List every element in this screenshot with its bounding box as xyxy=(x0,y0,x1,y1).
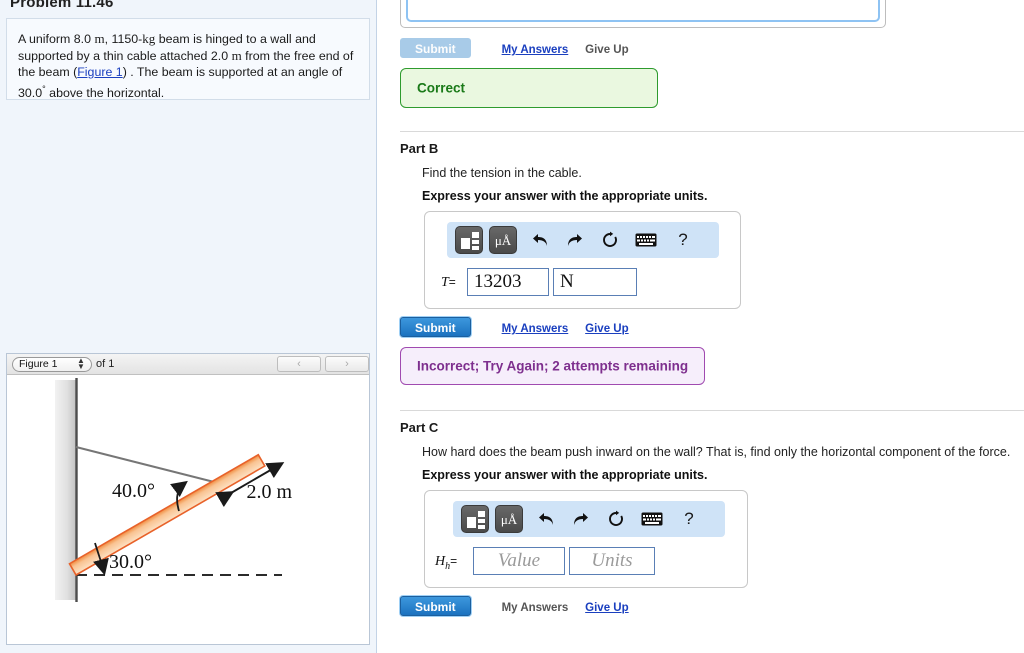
reset-icon[interactable] xyxy=(603,505,629,533)
reset-icon[interactable] xyxy=(597,226,623,254)
unit-meters-2: m xyxy=(231,47,242,63)
part-b-answer-card: μÅ ? T= 13203 N xyxy=(424,211,741,309)
template-icon-glyph xyxy=(467,511,485,529)
unit-kilograms: kg xyxy=(142,31,156,46)
part-c-divider xyxy=(400,410,1024,411)
part-b-equals: = xyxy=(448,275,456,289)
part-b-my-answers-link[interactable]: My Answers xyxy=(502,323,569,335)
figure-panel: Figure 1 ▲ ▼ of 1 ‹ › 40.0° 2.0 m 30.0° xyxy=(6,353,370,645)
answer-panel: Submit My Answers Give Up Correct Part B… xyxy=(378,0,1024,653)
undo-icon[interactable] xyxy=(527,226,553,254)
part-c-submit-button[interactable]: Submit xyxy=(400,596,471,616)
label-beam-angle: 30.0° xyxy=(109,551,152,573)
part-b-submit-row: Submit My Answers Give Up xyxy=(400,317,629,337)
part-b-value-input[interactable]: 13203 xyxy=(467,268,549,296)
part-a-answer-input[interactable] xyxy=(406,0,880,22)
part-c-equals: = xyxy=(450,554,458,568)
units-icon[interactable]: μÅ xyxy=(489,226,517,254)
template-icon-glyph xyxy=(461,232,479,250)
part-c-instruction: Express your answer with the appropriate… xyxy=(422,468,708,482)
part-a-answer-card xyxy=(400,0,886,28)
figure-toolbar: Figure 1 ▲ ▼ of 1 ‹ › xyxy=(7,354,369,375)
part-a-my-answers-link[interactable]: My Answers xyxy=(502,44,569,56)
part-a-feedback-text: Correct xyxy=(417,80,466,96)
part-c-toolbar: μÅ ? xyxy=(453,501,725,537)
problem-statement-box: A uniform 8.0 m, 1150-kg beam is hinged … xyxy=(6,18,370,100)
part-c-submit-row: Submit My Answers Give Up xyxy=(400,596,629,616)
part-b-question: Find the tension in the cable. xyxy=(422,166,582,180)
help-icon[interactable]: ? xyxy=(676,505,702,533)
part-c-label: Part C xyxy=(400,420,439,435)
part-b-feedback-incorrect: Incorrect; Try Again; 2 attempts remaini… xyxy=(400,347,705,385)
units-icon-label: μÅ xyxy=(494,233,512,248)
part-a-submit-row: Submit My Answers Give Up xyxy=(400,38,629,58)
part-c-question: How hard does the beam push inward on th… xyxy=(422,445,1011,459)
part-c-variable: H xyxy=(435,554,446,569)
label-distance: 2.0 m xyxy=(246,481,292,503)
part-a-submit-button[interactable]: Submit xyxy=(400,38,471,58)
figure-image: 40.0° 2.0 m 30.0° xyxy=(7,376,369,644)
part-c-value-input[interactable]: Value xyxy=(473,547,565,575)
template-icon[interactable] xyxy=(455,226,483,254)
part-b-feedback-text: Incorrect; Try Again; 2 attempts remaini… xyxy=(417,358,689,374)
page-title: Problem 11.46 xyxy=(10,0,114,11)
problem-panel: Problem 11.46 A uniform 8.0 m, 1150-kg b… xyxy=(0,0,377,653)
part-b-label: Part B xyxy=(400,141,439,156)
part-a-give-up-link[interactable]: Give Up xyxy=(585,44,628,56)
statement-end: above the horizontal. xyxy=(45,85,165,100)
figure-count-label: of 1 xyxy=(96,358,115,370)
cable-line xyxy=(75,446,223,485)
part-b-toolbar: μÅ ? xyxy=(447,222,719,258)
label-cable-angle: 40.0° xyxy=(112,480,155,502)
figure-prev-button[interactable]: ‹ xyxy=(277,356,321,372)
units-icon-label: μÅ xyxy=(500,512,518,527)
part-c-my-answers-link[interactable]: My Answers xyxy=(502,602,569,614)
help-icon[interactable]: ? xyxy=(670,226,696,254)
problem-statement-text: A uniform 8.0 m, 1150-kg beam is hinged … xyxy=(18,31,362,101)
undo-icon[interactable] xyxy=(533,505,559,533)
statement-pre: A uniform 8.0 xyxy=(18,32,92,46)
template-icon[interactable] xyxy=(461,505,489,533)
figure-1-link[interactable]: Figure 1 xyxy=(77,65,122,79)
part-b-variable: T xyxy=(441,275,449,290)
figure-next-button[interactable]: › xyxy=(325,356,369,372)
redo-icon[interactable] xyxy=(568,505,594,533)
part-c-units-input[interactable]: Units xyxy=(569,547,655,575)
part-c-variable-label: Hh= xyxy=(435,554,457,572)
part-c-give-up-link[interactable]: Give Up xyxy=(585,602,628,614)
part-b-instruction: Express your answer with the appropriate… xyxy=(422,189,708,203)
redo-icon[interactable] xyxy=(562,226,588,254)
keyboard-icon[interactable] xyxy=(639,505,665,533)
keyboard-icon[interactable] xyxy=(633,226,659,254)
statement-mid-1: , 1150- xyxy=(104,32,143,46)
part-b-units-input[interactable]: N xyxy=(553,268,637,296)
part-b-divider xyxy=(400,131,1024,132)
units-icon[interactable]: μÅ xyxy=(495,505,523,533)
unit-meters-1: m xyxy=(94,31,105,46)
part-c-answer-card: μÅ ? Hh= Value Units xyxy=(424,490,748,588)
beam-diagram-svg: 40.0° 2.0 m 30.0° xyxy=(55,378,292,602)
part-a-feedback-correct: Correct xyxy=(400,68,658,108)
part-b-give-up-link[interactable]: Give Up xyxy=(585,323,628,335)
chevron-updown-icon: ▲ ▼ xyxy=(77,356,85,371)
part-b-variable-label: T= xyxy=(441,275,456,291)
part-b-submit-button[interactable]: Submit xyxy=(400,317,471,337)
